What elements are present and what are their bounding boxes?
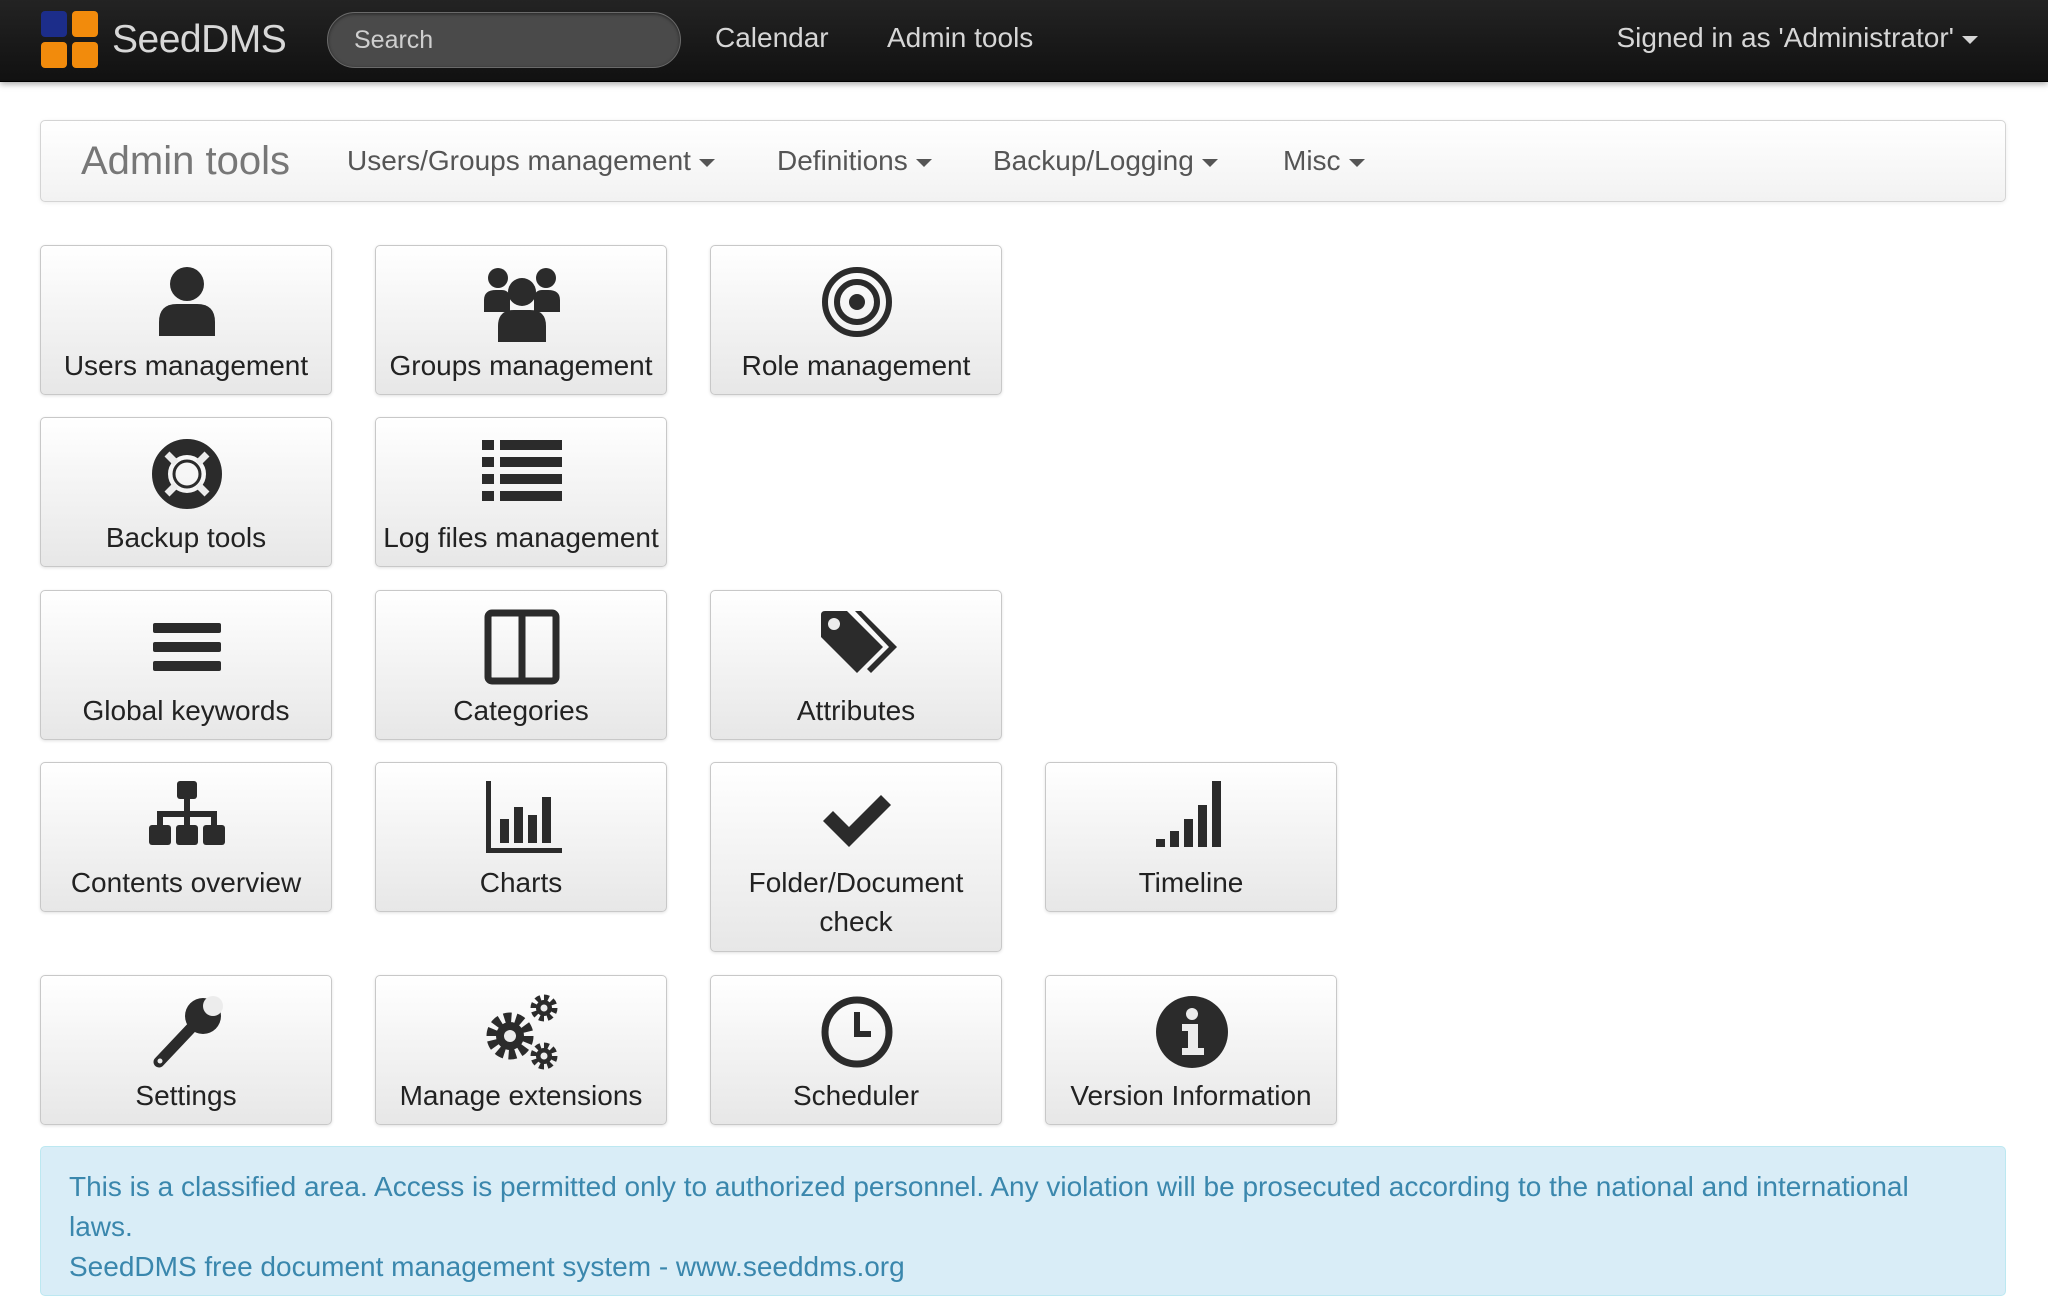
- tile-label: Categories: [453, 695, 589, 726]
- tile-scheduler[interactable]: Scheduler: [710, 975, 1002, 1125]
- tile-folder-document-check[interactable]: Folder/Document check: [710, 762, 1002, 952]
- wrench-icon: [147, 992, 227, 1072]
- info-icon: [1152, 992, 1232, 1072]
- tags-icon: [817, 607, 897, 687]
- tile-label: Timeline: [1138, 867, 1244, 898]
- tile-role-management[interactable]: Role management: [710, 245, 1002, 395]
- chevron-down-icon: [1201, 158, 1218, 167]
- tile-label: Manage extensions: [399, 1080, 643, 1111]
- classified-area-notice: This is a classified area. Access is per…: [40, 1146, 2006, 1296]
- page-title: Admin tools: [81, 139, 290, 183]
- menu-misc[interactable]: Misc: [1283, 145, 1365, 177]
- menu-label: Backup/Logging: [993, 145, 1194, 176]
- tile-log-files-management[interactable]: Log files management: [375, 417, 667, 567]
- brand-name: SeedDMS: [112, 18, 287, 61]
- tile-backup-tools[interactable]: Backup tools: [40, 417, 332, 567]
- chevron-down-icon: [1348, 158, 1365, 167]
- menu-label: Users/Groups management: [347, 145, 691, 176]
- tile-timeline[interactable]: Timeline: [1045, 762, 1337, 912]
- chevron-down-icon: [915, 158, 932, 167]
- user-menu-toggle[interactable]: Signed in as 'Administrator': [1616, 22, 1978, 54]
- tile-contents-overview[interactable]: Contents overview: [40, 762, 332, 912]
- tile-version-information[interactable]: Version Information: [1045, 975, 1337, 1125]
- lifebuoy-icon: [147, 434, 227, 514]
- menu-users-groups[interactable]: Users/Groups management: [347, 145, 715, 177]
- tile-categories[interactable]: Categories: [375, 590, 667, 740]
- nav-admin-tools-link[interactable]: Admin tools: [887, 22, 1033, 54]
- clock-icon: [817, 992, 897, 1072]
- tile-label: Backup tools: [105, 522, 267, 553]
- tile-label: Attributes: [796, 695, 916, 726]
- tile-global-keywords[interactable]: Global keywords: [40, 590, 332, 740]
- search-input[interactable]: [327, 12, 681, 68]
- tile-label: Log files management: [383, 522, 659, 553]
- group-icon: [482, 262, 562, 342]
- top-navbar: SeedDMS Calendar Admin tools Signed in a…: [0, 0, 2048, 82]
- signal-icon: [1152, 779, 1232, 859]
- tile-charts[interactable]: Charts: [375, 762, 667, 912]
- bars-icon: [147, 607, 227, 687]
- tile-label: Contents overview: [70, 867, 302, 898]
- chevron-down-icon: [698, 158, 715, 167]
- footer-credit: SeedDMS free document management system …: [69, 1251, 905, 1282]
- tile-label: Role management: [741, 350, 971, 381]
- columns-icon: [482, 607, 562, 687]
- tile-label: Charts: [479, 867, 563, 898]
- tile-label: Folder/Document check: [748, 867, 964, 937]
- tile-manage-extensions[interactable]: Manage extensions: [375, 975, 667, 1125]
- tile-attributes[interactable]: Attributes: [710, 590, 1002, 740]
- notice-text: This is a classified area. Access is per…: [69, 1171, 1909, 1242]
- menu-definitions[interactable]: Definitions: [777, 145, 932, 177]
- tile-label: Global keywords: [82, 695, 290, 726]
- bullseye-icon: [817, 262, 897, 342]
- check-icon: [817, 779, 897, 859]
- sitemap-icon: [147, 779, 227, 859]
- tile-settings[interactable]: Settings: [40, 975, 332, 1125]
- tile-label: Groups management: [389, 350, 653, 381]
- menu-label: Definitions: [777, 145, 908, 176]
- bar-chart-icon: [482, 779, 562, 859]
- list-icon: [482, 434, 562, 514]
- brand-link[interactable]: SeedDMS: [41, 10, 287, 70]
- user-menu-label: Signed in as 'Administrator': [1616, 22, 1954, 53]
- menu-backup-logging[interactable]: Backup/Logging: [993, 145, 1218, 177]
- chevron-down-icon: [1962, 35, 1978, 44]
- nav-calendar-link[interactable]: Calendar: [715, 22, 829, 54]
- tile-label: Users management: [63, 350, 309, 381]
- tile-label: Settings: [135, 1080, 237, 1111]
- tile-label: Scheduler: [792, 1080, 920, 1111]
- tile-label: Version Information: [1070, 1080, 1312, 1111]
- cogs-icon: [482, 992, 562, 1072]
- menu-label: Misc: [1283, 145, 1341, 176]
- tile-users-management[interactable]: Users management: [40, 245, 332, 395]
- tile-groups-management[interactable]: Groups management: [375, 245, 667, 395]
- seeddms-logo: [41, 10, 100, 70]
- admin-subnav: Admin tools Users/Groups management Defi…: [40, 120, 2006, 202]
- user-icon: [147, 262, 227, 342]
